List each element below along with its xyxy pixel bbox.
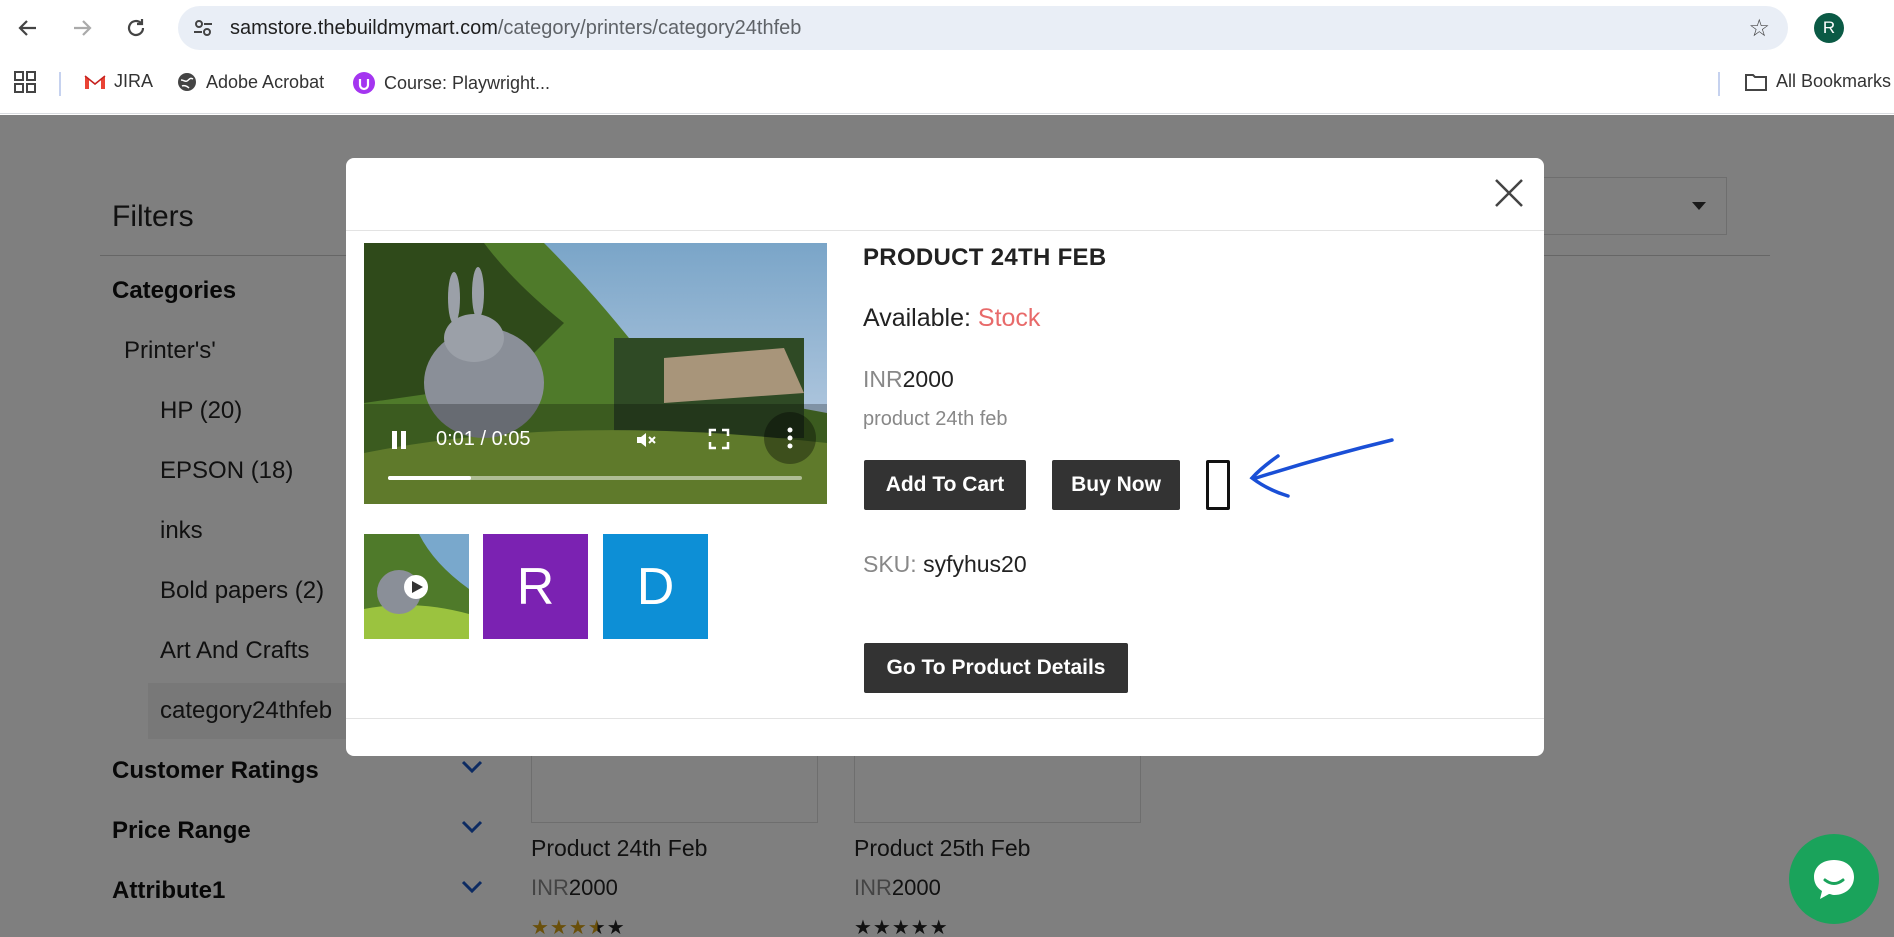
annotation-arrow-icon [1249,438,1394,498]
chat-bubble-icon [1814,860,1854,899]
thumbnail-video[interactable] [364,534,469,639]
product-price: INR2000 [863,366,954,392]
stock-status: Stock [977,304,1041,332]
bookmarks-bar: JIRA Adobe Acrobat Course: Playwright...… [0,56,1894,114]
browser-toolbar: samstore.thebuildmymart.com/category/pri… [0,0,1894,56]
bookmark-star-icon[interactable]: ☆ [1748,14,1770,43]
apps-grid-icon[interactable] [14,71,36,93]
folder-icon [1745,73,1767,91]
add-to-cart-button[interactable]: Add To Cart [864,460,1026,510]
fullscreen-icon[interactable] [708,428,730,450]
bookmark-jira[interactable]: JIRA [84,71,153,92]
bookmark-adobe-acrobat[interactable]: Adobe Acrobat [176,71,324,93]
profile-avatar[interactable]: R [1814,13,1844,43]
thumbnail-letter[interactable]: R [483,534,588,639]
quick-view-modal: 0:01 / 0:05 R D PRODUCT 24TH FEB Availab… [346,158,1544,756]
close-icon[interactable] [1492,176,1526,210]
product-video-player[interactable]: 0:01 / 0:05 [364,243,827,504]
thumbnail-letter[interactable]: D [603,534,708,639]
video-controls: 0:01 / 0:05 [364,404,827,504]
mute-icon[interactable] [634,428,658,452]
video-time: 0:01 / 0:05 [436,428,531,450]
product-sku: SKU: syfyhus20 [863,551,1027,577]
video-thumbnail-image [364,534,469,639]
availability: Available: Stock [863,304,1041,332]
product-title: PRODUCT 24TH FEB [863,244,1107,271]
back-icon[interactable] [12,12,44,44]
wishlist-placeholder-box[interactable] [1206,460,1230,510]
all-bookmarks[interactable]: All Bookmarks [1744,71,1891,92]
modal-divider [346,230,1544,231]
bookmarks-separator [59,72,61,96]
url-text: samstore.thebuildmymart.com/category/pri… [230,17,802,39]
product-description: product 24th feb [863,408,1008,430]
globe-icon [178,73,196,91]
forward-icon[interactable] [66,12,98,44]
modal-divider [346,718,1544,719]
reload-icon[interactable] [120,12,152,44]
video-progress-bar[interactable] [388,476,802,480]
udemy-icon [353,72,375,94]
site-info-icon[interactable] [192,17,214,39]
address-bar[interactable]: samstore.thebuildmymart.com/category/pri… [178,6,1788,50]
bookmark-course-playwright[interactable]: Course: Playwright... [352,71,550,95]
pause-icon[interactable] [390,430,408,450]
go-to-product-details-button[interactable]: Go To Product Details [864,643,1128,693]
buy-now-button[interactable]: Buy Now [1052,460,1180,510]
more-options-icon[interactable] [764,412,816,464]
gmail-icon [84,74,106,89]
bookmarks-separator [1718,72,1720,96]
chat-button[interactable] [1789,834,1879,924]
video-progress-fill [388,476,471,480]
